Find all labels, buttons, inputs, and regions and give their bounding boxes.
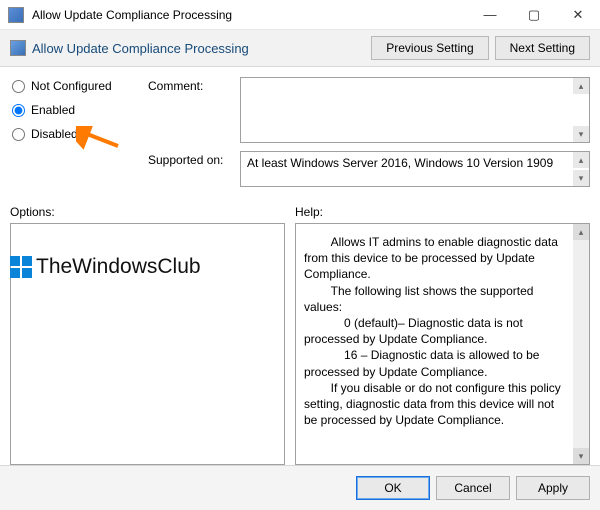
app-icon xyxy=(10,40,26,56)
radio-enabled[interactable]: Enabled xyxy=(10,103,148,117)
body-columns: Options: Help: Allows IT admins to enabl… xyxy=(0,199,600,465)
fields-area: Comment: ▴ ▾ Supported on: At least Wind… xyxy=(148,77,590,195)
help-text: Allows IT admins to enable diagnostic da… xyxy=(296,224,589,438)
comment-field[interactable]: ▴ ▾ xyxy=(240,77,590,143)
comment-label: Comment: xyxy=(148,77,240,143)
minimize-button[interactable]: — xyxy=(468,0,512,30)
options-label: Options: xyxy=(10,205,285,219)
help-column: Help: Allows IT admins to enable diagnos… xyxy=(295,205,590,465)
scroll-down-icon[interactable]: ▾ xyxy=(573,126,589,142)
supported-label: Supported on: xyxy=(148,151,240,187)
scroll-down-icon[interactable]: ▾ xyxy=(573,448,589,464)
window-title: Allow Update Compliance Processing xyxy=(32,8,468,22)
maximize-button[interactable]: ▢ xyxy=(512,0,556,30)
radio-disabled-label: Disabled xyxy=(31,127,78,141)
previous-setting-button[interactable]: Previous Setting xyxy=(371,36,488,60)
ok-button[interactable]: OK xyxy=(356,476,430,500)
window-titlebar: Allow Update Compliance Processing — ▢ ✕ xyxy=(0,0,600,30)
radio-disabled-input[interactable] xyxy=(12,128,25,141)
scroll-down-icon[interactable]: ▾ xyxy=(573,170,589,186)
radio-disabled[interactable]: Disabled xyxy=(10,127,148,141)
comment-row: Comment: ▴ ▾ xyxy=(148,77,590,143)
scroll-up-icon[interactable]: ▴ xyxy=(573,152,589,168)
options-panel[interactable] xyxy=(10,223,285,465)
help-panel[interactable]: Allows IT admins to enable diagnostic da… xyxy=(295,223,590,465)
options-column: Options: xyxy=(10,205,285,465)
supported-value: At least Windows Server 2016, Windows 10… xyxy=(241,152,589,174)
comment-value xyxy=(241,78,589,86)
radio-enabled-input[interactable] xyxy=(12,104,25,117)
radio-not-configured[interactable]: Not Configured xyxy=(10,79,148,93)
help-label: Help: xyxy=(295,205,590,219)
supported-row: Supported on: At least Windows Server 20… xyxy=(148,151,590,187)
scroll-up-icon[interactable]: ▴ xyxy=(573,224,589,240)
radio-enabled-label: Enabled xyxy=(31,103,75,117)
close-button[interactable]: ✕ xyxy=(556,0,600,30)
supported-field: At least Windows Server 2016, Windows 10… xyxy=(240,151,590,187)
dialog-title: Allow Update Compliance Processing xyxy=(32,41,365,56)
next-setting-button[interactable]: Next Setting xyxy=(495,36,590,60)
scroll-up-icon[interactable]: ▴ xyxy=(573,78,589,94)
cancel-button[interactable]: Cancel xyxy=(436,476,510,500)
dialog-footer: OK Cancel Apply xyxy=(0,465,600,510)
settings-top: Not Configured Enabled Disabled Comment:… xyxy=(0,67,600,199)
scrollbar[interactable]: ▴ ▾ xyxy=(573,224,589,464)
radio-not-configured-input[interactable] xyxy=(12,80,25,93)
apply-button[interactable]: Apply xyxy=(516,476,590,500)
dialog-header: Allow Update Compliance Processing Previ… xyxy=(0,30,600,67)
radio-not-configured-label: Not Configured xyxy=(31,79,112,93)
state-radios: Not Configured Enabled Disabled xyxy=(10,77,148,195)
app-icon xyxy=(8,7,24,23)
